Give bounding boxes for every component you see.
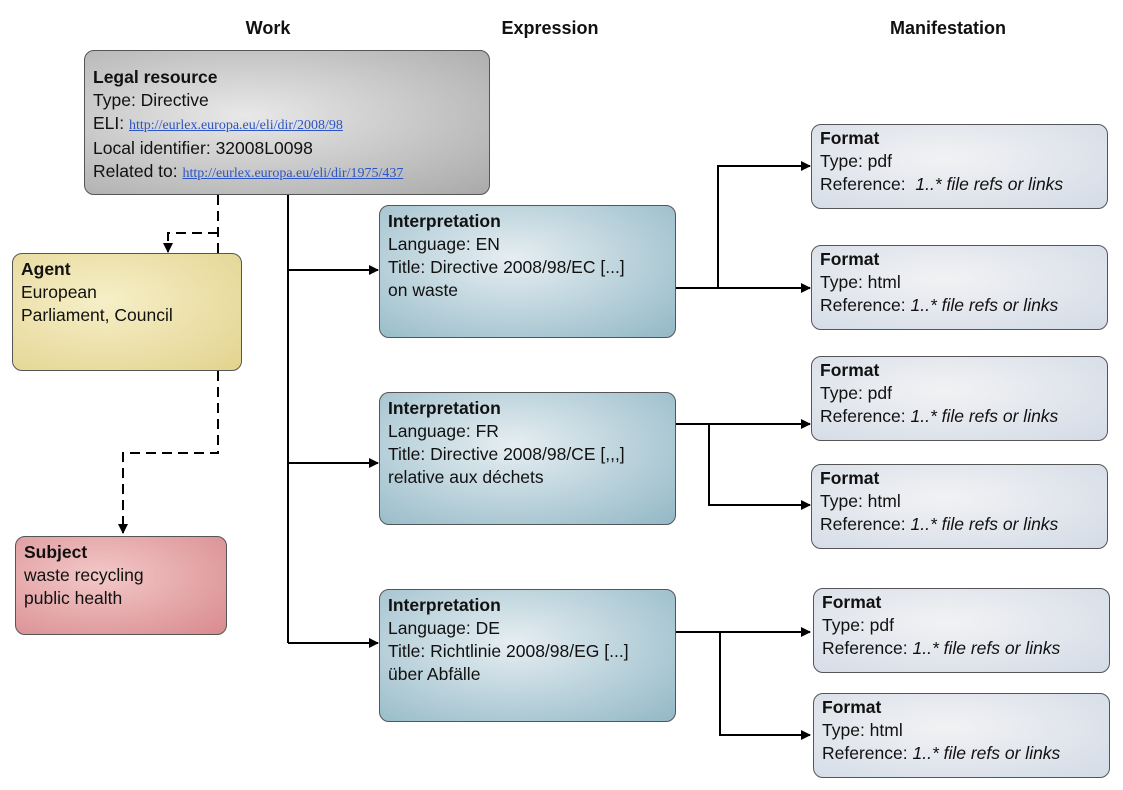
title-line: Title: Directive 2008/98/EC [...] [388, 257, 625, 277]
format-type: Type: html [820, 491, 901, 511]
format-box: Format Type: html Reference: 1..* file r… [813, 693, 1110, 778]
reference-value: 1..* file refs or links [910, 406, 1059, 426]
language: Language: FR [388, 421, 499, 441]
header-expression: Expression [501, 18, 599, 38]
header-manifestation: Manifestation [889, 18, 1007, 38]
format-type: Type: html [820, 272, 901, 292]
type: Type: Directive [93, 90, 209, 110]
reference-value: 1..* file refs or links [910, 514, 1059, 534]
interpretation-box-en: Interpretation Language: EN Title: Direc… [379, 205, 676, 338]
box-title: Agent [21, 259, 71, 279]
title-line: relative aux déchets [388, 467, 544, 487]
reference-label: Reference: [820, 406, 906, 426]
box-title: Format [820, 128, 880, 148]
format-box: Format Type: pdf Reference: 1..* file re… [811, 356, 1108, 441]
eli-label: ELI: [93, 113, 125, 133]
format-box: Format Type: pdf Reference: 1..* file re… [811, 124, 1108, 209]
arrow-en-pdf [676, 161, 811, 289]
subject-box: Subject waste recycling public health [15, 536, 227, 635]
dashed-to-agent [163, 232, 218, 253]
reference-label: Reference: [820, 514, 906, 534]
reference-value: 1..* file refs or links [912, 638, 1061, 658]
arrow-de-html [719, 632, 811, 740]
box-title: Interpretation [388, 211, 501, 231]
reference-value: 1..* file refs or links [912, 743, 1061, 763]
subject-line: public health [24, 588, 123, 608]
box-title: Format [822, 592, 882, 612]
interpretation-box-de: Interpretation Language: DE Title: Richt… [379, 589, 676, 722]
format-type: Type: html [822, 720, 903, 740]
language: Language: EN [388, 234, 500, 254]
reference-value: 1..* file refs or links [915, 174, 1064, 194]
box-title: Format [822, 697, 882, 717]
reference-value: 1..* file refs or links [910, 295, 1059, 315]
local-identifier: Local identifier: 32008L0098 [93, 138, 313, 158]
reference-label: Reference: [820, 174, 906, 194]
title-line: on waste [388, 280, 459, 300]
agent-box: Agent European Parliament, Council [12, 253, 242, 371]
reference-label: Reference: [822, 638, 908, 658]
format-box: Format Type: html Reference: 1..* file r… [811, 245, 1108, 330]
title-line: Title: Directive 2008/98/CE [,,,] [388, 444, 625, 464]
agent-line: Parliament, Council [21, 305, 173, 325]
title-line: über Abfälle [388, 664, 481, 684]
title-line: Title: Richtlinie 2008/98/EG [...] [388, 641, 629, 661]
format-type: Type: pdf [820, 383, 892, 403]
box-title: Interpretation [388, 595, 501, 615]
reference-label: Reference: [820, 295, 906, 315]
format-type: Type: pdf [822, 615, 894, 635]
format-type: Type: pdf [820, 151, 892, 171]
language: Language: DE [388, 618, 500, 638]
agent-line: European [21, 282, 97, 302]
eli-link[interactable]: http://eurlex.europa.eu/eli/dir/2008/98 [129, 118, 343, 133]
related-link[interactable]: http://eurlex.europa.eu/eli/dir/1975/437 [183, 166, 404, 181]
format-box: Format Type: html Reference: 1..* file r… [811, 464, 1108, 549]
arrow-fr-html [708, 424, 811, 510]
box-title: Interpretation [388, 398, 501, 418]
box-title: Format [820, 360, 880, 380]
box-title: Format [820, 468, 880, 488]
box-title: Subject [24, 542, 88, 562]
interpretation-box-fr: Interpretation Language: FR Title: Direc… [379, 392, 676, 525]
box-title: Format [820, 249, 880, 269]
related-label: Related to: [93, 161, 178, 181]
legal-resource-box: Legal resource Type: Directive ELI: http… [84, 50, 490, 195]
header-work: Work [245, 18, 291, 38]
subject-line: waste recycling [24, 565, 144, 585]
format-box: Format Type: pdf Reference: 1..* file re… [813, 588, 1110, 673]
box-title: Legal resource [93, 67, 218, 87]
reference-label: Reference: [822, 743, 908, 763]
